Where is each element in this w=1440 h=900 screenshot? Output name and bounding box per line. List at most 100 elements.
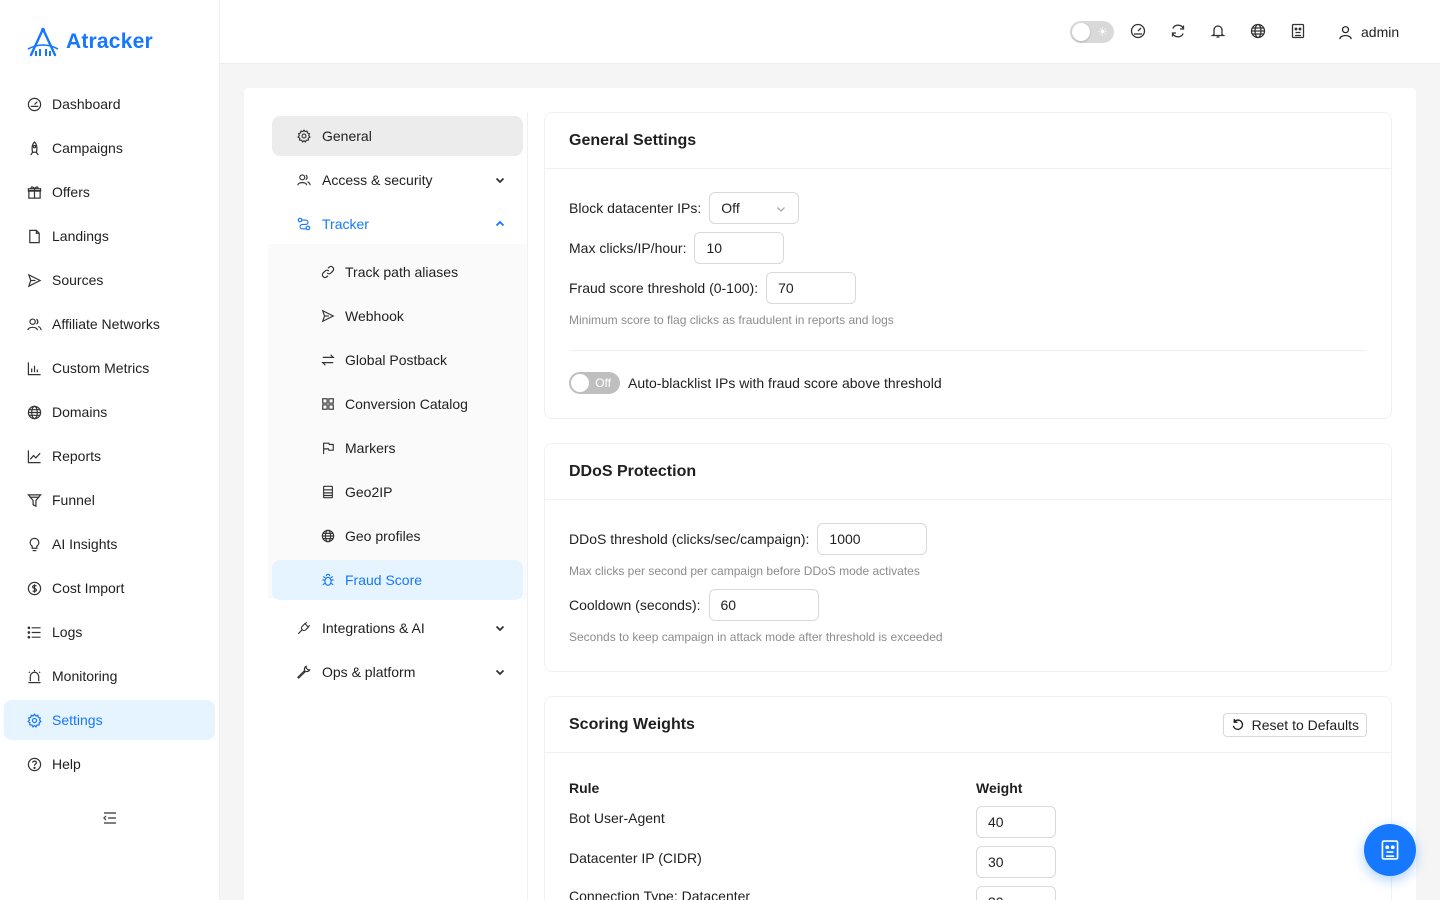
sidebar-item-settings[interactable]: Settings xyxy=(4,700,215,740)
theme-toggle[interactable]: ☀ xyxy=(1070,21,1114,43)
plug-icon xyxy=(296,620,312,636)
database-icon xyxy=(320,485,335,500)
fraud-threshold-input[interactable]: 70 xyxy=(766,272,857,304)
brand-name: Atracker xyxy=(66,30,153,53)
sidebar-item-dashboard[interactable]: Dashboard xyxy=(4,84,215,124)
chevron-down-icon xyxy=(493,665,507,679)
sidebar-item-sources[interactable]: Sources xyxy=(4,260,215,300)
sidebar-item-logs[interactable]: Logs xyxy=(4,612,215,652)
sidebar-item-domains[interactable]: Domains xyxy=(4,392,215,432)
question-icon xyxy=(26,756,42,772)
sidebar-item-reports[interactable]: Reports xyxy=(4,436,215,476)
globe-language-icon[interactable] xyxy=(1250,23,1268,41)
settings-nav-general[interactable]: General xyxy=(272,116,523,156)
max-clicks-label: Max clicks/IP/hour: xyxy=(569,240,687,256)
panel-title: General Settings xyxy=(569,131,697,149)
settings-nav-ops-platform[interactable]: Ops & platform xyxy=(272,652,523,692)
atracker-logo-icon xyxy=(26,27,60,57)
sidebar-item-label: Help xyxy=(52,756,81,772)
sidebar-item-offers[interactable]: Offers xyxy=(4,172,215,212)
gift-icon xyxy=(26,184,42,200)
link-icon xyxy=(320,265,335,280)
sidebar-item-label: Offers xyxy=(52,184,90,200)
max-clicks-input[interactable]: 10 xyxy=(694,232,785,264)
sidebar-item-label: Settings xyxy=(52,712,103,728)
top-header: ☀ admin xyxy=(220,0,1440,64)
settings-nav-conversion-catalog[interactable]: Conversion Catalog xyxy=(272,384,523,424)
list-icon xyxy=(26,624,42,640)
sidebar-item-label: AI Insights xyxy=(52,536,118,552)
settings-nav-geo-profiles[interactable]: Geo profiles xyxy=(272,516,523,556)
settings-nav-webhook[interactable]: Webhook xyxy=(272,296,523,336)
bell-icon[interactable] xyxy=(1210,23,1228,41)
sidebar-item-cost-import[interactable]: Cost Import xyxy=(4,568,215,608)
app-logo[interactable]: Atracker xyxy=(26,26,153,58)
tracker-icon xyxy=(296,216,312,232)
grid-icon xyxy=(320,397,335,412)
user-menu[interactable]: admin xyxy=(1338,20,1399,44)
weight-column-header: Weight xyxy=(976,780,1023,796)
sidebar-item-custom-metrics[interactable]: Custom Metrics xyxy=(4,348,215,388)
main-sidebar: Atracker Dashboard Campaigns Offers Land… xyxy=(0,0,220,900)
settings-nav-integrations-ai[interactable]: Integrations & AI xyxy=(272,608,523,648)
dashboard-icon xyxy=(26,96,42,112)
chevron-down-icon xyxy=(493,621,507,635)
block-datacenter-select[interactable]: Off xyxy=(709,192,800,224)
sidebar-nav: Dashboard Campaigns Offers Landings Sour… xyxy=(4,84,215,788)
ddos-protection-panel: DDoS Protection DDoS threshold (clicks/s… xyxy=(544,443,1392,672)
sidebar-item-ai-insights[interactable]: AI Insights xyxy=(4,524,215,564)
settings-nav-fraud-score[interactable]: Fraud Score xyxy=(272,560,523,600)
send-icon xyxy=(320,309,335,324)
wrench-icon xyxy=(296,664,312,680)
weight-input[interactable]: 30 xyxy=(976,846,1056,878)
bar-chart-icon xyxy=(26,360,42,376)
sidebar-item-campaigns[interactable]: Campaigns xyxy=(4,128,215,168)
cooldown-input[interactable]: 60 xyxy=(708,589,819,621)
settings-nav-geo2ip[interactable]: Geo2IP xyxy=(272,472,523,512)
auto-blacklist-switch[interactable]: Off xyxy=(569,372,620,394)
toggle-knob xyxy=(1072,23,1090,41)
divider xyxy=(569,350,1367,351)
send-icon xyxy=(26,272,42,288)
sidebar-item-funnel[interactable]: Funnel xyxy=(4,480,215,520)
reset-to-defaults-button[interactable]: Reset to Defaults xyxy=(1222,712,1367,737)
sidebar-item-help[interactable]: Help xyxy=(4,744,215,784)
fraud-threshold-label: Fraud score threshold (0-100): xyxy=(569,280,759,296)
username: admin xyxy=(1361,24,1400,40)
chevron-up-icon xyxy=(493,217,507,231)
settings-nav-markers[interactable]: Markers xyxy=(272,428,523,468)
line-chart-icon xyxy=(26,448,42,464)
settings-nav-tracker[interactable]: Tracker xyxy=(272,204,523,244)
sidebar-item-monitoring[interactable]: Monitoring xyxy=(4,656,215,696)
sidebar-item-landings[interactable]: Landings xyxy=(4,216,215,256)
reset-label: Reset to Defaults xyxy=(1251,716,1359,733)
general-settings-panel: General Settings Block datacenter IPs: O… xyxy=(544,112,1392,419)
refresh-icon[interactable] xyxy=(1170,23,1188,41)
assistant-fab-button[interactable] xyxy=(1364,824,1416,876)
settings-nav-track-path-aliases[interactable]: Track path aliases xyxy=(272,252,523,292)
panel-header: Scoring Weights Reset to Defaults xyxy=(545,697,1391,753)
switch-state: Off xyxy=(595,376,611,390)
robot-icon xyxy=(1379,839,1401,861)
chevron-down-icon xyxy=(775,202,787,214)
weight-input[interactable]: 40 xyxy=(976,806,1056,838)
max-clicks-row: Max clicks/IP/hour: 10 xyxy=(569,232,785,264)
settings-nav-label: Geo2IP xyxy=(345,484,393,500)
block-datacenter-row: Block datacenter IPs: Off xyxy=(569,192,800,224)
settings-nav-label: Ops & platform xyxy=(322,664,416,680)
cooldown-hint: Seconds to keep campaign in attack mode … xyxy=(569,630,943,644)
speedometer-icon[interactable] xyxy=(1130,23,1148,41)
rule-name: Datacenter IP (CIDR) xyxy=(569,850,702,866)
robot-icon[interactable] xyxy=(1290,23,1308,41)
collapse-sidebar-icon[interactable] xyxy=(101,809,119,827)
weight-input[interactable]: 30 xyxy=(976,886,1056,900)
gear-icon xyxy=(296,128,312,144)
rule-column-header: Rule xyxy=(569,780,600,796)
sidebar-item-label: Funnel xyxy=(52,492,95,508)
settings-nav-access-security[interactable]: Access & security xyxy=(272,160,523,200)
select-value: Off xyxy=(721,200,740,216)
sidebar-item-affiliate-networks[interactable]: Affiliate Networks xyxy=(4,304,215,344)
ddos-threshold-input[interactable]: 1000 xyxy=(817,523,928,555)
settings-nav-global-postback[interactable]: Global Postback xyxy=(272,340,523,380)
panel-header: General Settings xyxy=(545,113,1391,169)
